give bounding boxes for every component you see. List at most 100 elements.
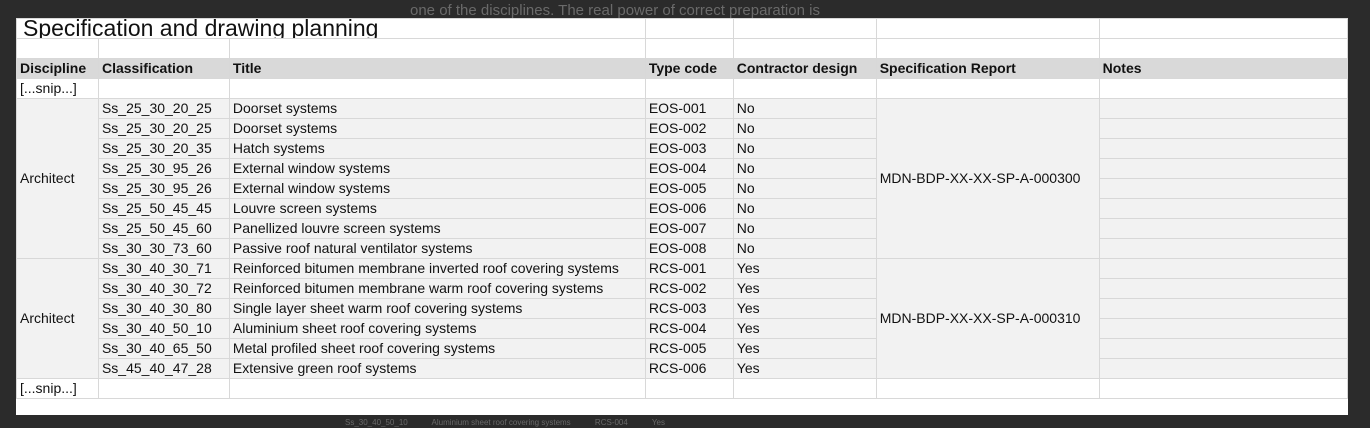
title-cell[interactable]: Reinforced bitumen membrane warm roof co… <box>228 278 646 299</box>
classification-cell[interactable]: Ss_30_40_65_50 <box>97 338 230 359</box>
empty-cell[interactable] <box>1098 78 1349 99</box>
notes-cell[interactable] <box>1098 118 1349 139</box>
header-classification[interactable]: Classification <box>97 58 230 79</box>
classification-cell[interactable]: Ss_30_30_73_60 <box>97 238 230 259</box>
type-code-cell[interactable]: RCS-003 <box>644 298 734 319</box>
type-code-cell[interactable]: RCS-004 <box>644 318 734 339</box>
type-code-cell[interactable]: EOS-001 <box>644 98 734 119</box>
header-contractor-design[interactable]: Contractor design <box>732 58 877 79</box>
empty-cell[interactable] <box>644 38 734 59</box>
empty-cell[interactable] <box>97 38 230 59</box>
contractor-design-cell[interactable]: No <box>732 198 877 219</box>
empty-cell[interactable] <box>644 78 734 99</box>
title-cell[interactable]: Single layer sheet warm roof covering sy… <box>228 298 646 319</box>
empty-cell[interactable] <box>1098 38 1349 59</box>
empty-cell[interactable] <box>97 378 230 399</box>
title-cell[interactable]: Doorset systems <box>228 98 646 119</box>
header-discipline[interactable]: Discipline <box>16 58 99 79</box>
title-cell[interactable]: Panellized louvre screen systems <box>228 218 646 239</box>
type-code-cell[interactable]: EOS-006 <box>644 198 734 219</box>
notes-cell[interactable] <box>1098 318 1349 339</box>
sheet-title[interactable]: Specification and drawing planning <box>16 18 646 39</box>
contractor-design-cell[interactable]: No <box>732 118 877 139</box>
contractor-design-cell[interactable]: Yes <box>732 338 877 359</box>
contractor-design-cell[interactable]: Yes <box>732 318 877 339</box>
header-specification-report[interactable]: Specification Report <box>875 58 1100 79</box>
empty-cell[interactable] <box>644 378 734 399</box>
classification-cell[interactable]: Ss_30_40_30_72 <box>97 278 230 299</box>
header-title[interactable]: Title <box>228 58 646 79</box>
contractor-design-cell[interactable]: No <box>732 218 877 239</box>
specification-report-cell[interactable]: MDN-BDP-XX-XX-SP-A-000300 <box>875 98 1100 259</box>
title-cell[interactable]: Aluminium sheet roof covering systems <box>228 318 646 339</box>
empty-cell[interactable] <box>1098 378 1349 399</box>
type-code-cell[interactable]: RCS-005 <box>644 338 734 359</box>
empty-cell[interactable] <box>644 18 734 39</box>
notes-cell[interactable] <box>1098 98 1349 119</box>
empty-cell[interactable] <box>732 18 877 39</box>
type-code-cell[interactable]: RCS-001 <box>644 258 734 279</box>
type-code-cell[interactable]: EOS-007 <box>644 218 734 239</box>
contractor-design-cell[interactable]: No <box>732 238 877 259</box>
empty-cell[interactable] <box>228 78 646 99</box>
notes-cell[interactable] <box>1098 298 1349 319</box>
discipline-cell[interactable]: Architect <box>16 98 99 259</box>
classification-cell[interactable]: Ss_30_40_30_71 <box>97 258 230 279</box>
classification-cell[interactable]: Ss_25_30_20_25 <box>97 118 230 139</box>
title-cell[interactable]: Extensive green roof systems <box>228 358 646 379</box>
title-cell[interactable]: Doorset systems <box>228 118 646 139</box>
title-cell[interactable]: Louvre screen systems <box>228 198 646 219</box>
notes-cell[interactable] <box>1098 138 1349 159</box>
empty-cell[interactable] <box>875 18 1100 39</box>
specification-report-cell[interactable]: MDN-BDP-XX-XX-SP-A-000310 <box>875 258 1100 379</box>
title-cell[interactable]: Reinforced bitumen membrane inverted roo… <box>228 258 646 279</box>
empty-cell[interactable] <box>228 378 646 399</box>
header-notes[interactable]: Notes <box>1098 58 1349 79</box>
type-code-cell[interactable]: RCS-006 <box>644 358 734 379</box>
classification-cell[interactable]: Ss_30_40_30_80 <box>97 298 230 319</box>
empty-cell[interactable] <box>97 78 230 99</box>
empty-cell[interactable] <box>875 378 1100 399</box>
header-type-code[interactable]: Type code <box>644 58 734 79</box>
empty-cell[interactable] <box>228 38 646 59</box>
title-cell[interactable]: Hatch systems <box>228 138 646 159</box>
contractor-design-cell[interactable]: Yes <box>732 298 877 319</box>
contractor-design-cell[interactable]: No <box>732 158 877 179</box>
classification-cell[interactable]: Ss_25_50_45_60 <box>97 218 230 239</box>
type-code-cell[interactable]: EOS-005 <box>644 178 734 199</box>
notes-cell[interactable] <box>1098 278 1349 299</box>
type-code-cell[interactable]: EOS-008 <box>644 238 734 259</box>
title-cell[interactable]: External window systems <box>228 158 646 179</box>
classification-cell[interactable]: Ss_30_40_50_10 <box>97 318 230 339</box>
classification-cell[interactable]: Ss_25_30_95_26 <box>97 178 230 199</box>
classification-cell[interactable]: Ss_25_30_95_26 <box>97 158 230 179</box>
notes-cell[interactable] <box>1098 218 1349 239</box>
type-code-cell[interactable]: EOS-004 <box>644 158 734 179</box>
title-cell[interactable]: Metal profiled sheet roof covering syste… <box>228 338 646 359</box>
classification-cell[interactable]: Ss_25_50_45_45 <box>97 198 230 219</box>
empty-cell[interactable] <box>16 38 99 59</box>
classification-cell[interactable]: Ss_25_30_20_25 <box>97 98 230 119</box>
contractor-design-cell[interactable]: Yes <box>732 358 877 379</box>
contractor-design-cell[interactable]: No <box>732 98 877 119</box>
empty-cell[interactable] <box>732 78 877 99</box>
type-code-cell[interactable]: EOS-002 <box>644 118 734 139</box>
type-code-cell[interactable]: EOS-003 <box>644 138 734 159</box>
discipline-cell[interactable]: Architect <box>16 258 99 379</box>
notes-cell[interactable] <box>1098 178 1349 199</box>
empty-cell[interactable] <box>732 38 877 59</box>
classification-cell[interactable]: Ss_45_40_47_28 <box>97 358 230 379</box>
empty-cell[interactable] <box>875 38 1100 59</box>
contractor-design-cell[interactable]: Yes <box>732 258 877 279</box>
contractor-design-cell[interactable]: No <box>732 138 877 159</box>
snip-label[interactable]: [...snip...] <box>16 378 99 399</box>
empty-cell[interactable] <box>875 78 1100 99</box>
notes-cell[interactable] <box>1098 158 1349 179</box>
title-cell[interactable]: Passive roof natural ventilator systems <box>228 238 646 259</box>
empty-cell[interactable] <box>1098 18 1349 39</box>
contractor-design-cell[interactable]: No <box>732 178 877 199</box>
classification-cell[interactable]: Ss_25_30_20_35 <box>97 138 230 159</box>
notes-cell[interactable] <box>1098 338 1349 359</box>
empty-cell[interactable] <box>732 378 877 399</box>
notes-cell[interactable] <box>1098 238 1349 259</box>
